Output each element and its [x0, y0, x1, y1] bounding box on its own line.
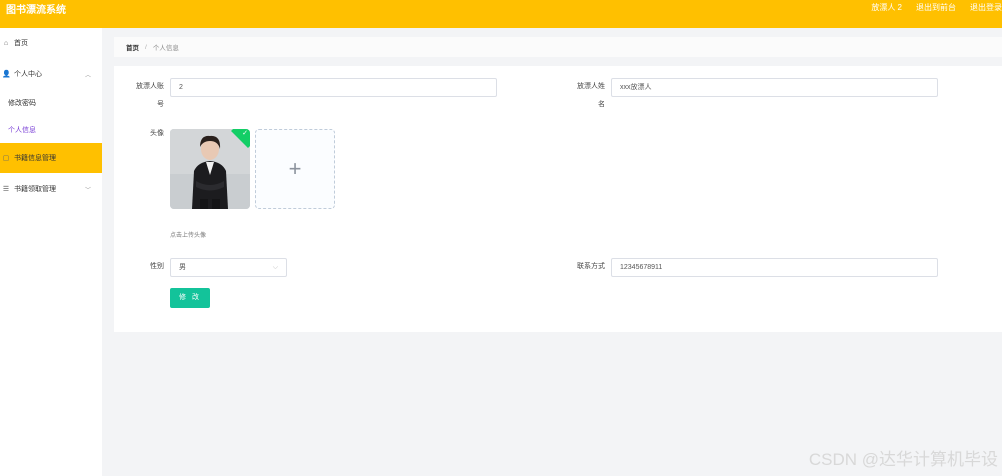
- contact-label: 联系方式: [577, 263, 605, 270]
- avatar-upload-button[interactable]: +: [255, 129, 335, 209]
- submit-button[interactable]: 修 改: [170, 288, 210, 308]
- chevron-up-icon: ︿: [84, 72, 91, 79]
- breadcrumb-home[interactable]: 首页: [126, 42, 139, 52]
- top-navbar: 图书漂流系统 放漂人 2 退出到前台 退出登录: [0, 0, 1002, 28]
- app-title: 图书漂流系统: [6, 5, 66, 16]
- name-label: 放漂人姓 名: [577, 83, 605, 108]
- list-icon: ☰: [2, 186, 10, 193]
- account-input[interactable]: 2: [170, 78, 497, 97]
- account-label: 放漂人账 号: [136, 83, 164, 108]
- sidebar-item-book-claim-mgmt[interactable]: ☰ 书籍领取管理 ﹀: [0, 180, 102, 198]
- sidebar-item-home[interactable]: ⌂ 首页: [0, 34, 102, 52]
- watermark: CSDN @达华计算机毕设: [808, 450, 998, 469]
- top-links: 放漂人 2 退出到前台 退出登录: [871, 2, 1002, 13]
- sidebar-item-book-info-mgmt[interactable]: ▢ 书籍信息管理: [0, 143, 102, 173]
- gender-selected-value: 男: [179, 264, 186, 271]
- gender-label: 性别: [150, 263, 164, 270]
- logout-link[interactable]: 退出登录: [970, 2, 1002, 13]
- document-icon: ▢: [2, 155, 10, 162]
- sidebar: ⌂ 首页 👤 个人中心 ︿ 修改密码 个人信息 ▢ 书籍信息管理 ☰ 书籍领取管…: [0, 28, 102, 476]
- profile-form-card: 放漂人账 号 2 放漂人姓 名 xxx放漂人 头像 ✓ + 点击上传头像 性别 …: [114, 66, 1002, 332]
- back-to-front-link[interactable]: 退出到前台: [916, 2, 956, 13]
- contact-input[interactable]: 12345678911: [611, 258, 938, 277]
- sidebar-subitem-change-password[interactable]: 修改密码: [8, 98, 36, 108]
- chevron-down-icon: ﹀: [84, 187, 91, 194]
- avatar-label: 头像: [150, 130, 164, 137]
- chevron-down-icon: ⌵: [272, 264, 278, 271]
- home-icon: ⌂: [3, 39, 9, 47]
- gender-select[interactable]: 男 ⌵: [170, 258, 287, 277]
- sidebar-item-label: 个人中心: [14, 71, 42, 78]
- breadcrumb-separator: /: [145, 43, 147, 51]
- avatar-image[interactable]: ✓: [170, 129, 250, 209]
- breadcrumb: 首页 / 个人信息: [114, 37, 1002, 57]
- name-input[interactable]: xxx放漂人: [611, 78, 938, 97]
- sidebar-item-label: 首页: [14, 40, 28, 47]
- check-icon: ✓: [242, 130, 248, 137]
- user-name-link[interactable]: 放漂人 2: [871, 2, 902, 13]
- upload-hint: 点击上传头像: [170, 233, 207, 239]
- breadcrumb-current: 个人信息: [152, 45, 179, 52]
- sidebar-item-label: 书籍领取管理: [14, 186, 56, 193]
- main-content: 首页 / 个人信息 放漂人账 号 2 放漂人姓 名 xxx放漂人 头像 ✓ + …: [102, 28, 1002, 476]
- sidebar-subitem-personal-info[interactable]: 个人信息: [8, 125, 36, 135]
- user-icon: 👤: [2, 71, 11, 78]
- sidebar-item-label: 书籍信息管理: [14, 155, 56, 162]
- avatar-photo: [170, 129, 250, 209]
- sidebar-item-personal-center[interactable]: 👤 个人中心 ︿: [0, 65, 102, 83]
